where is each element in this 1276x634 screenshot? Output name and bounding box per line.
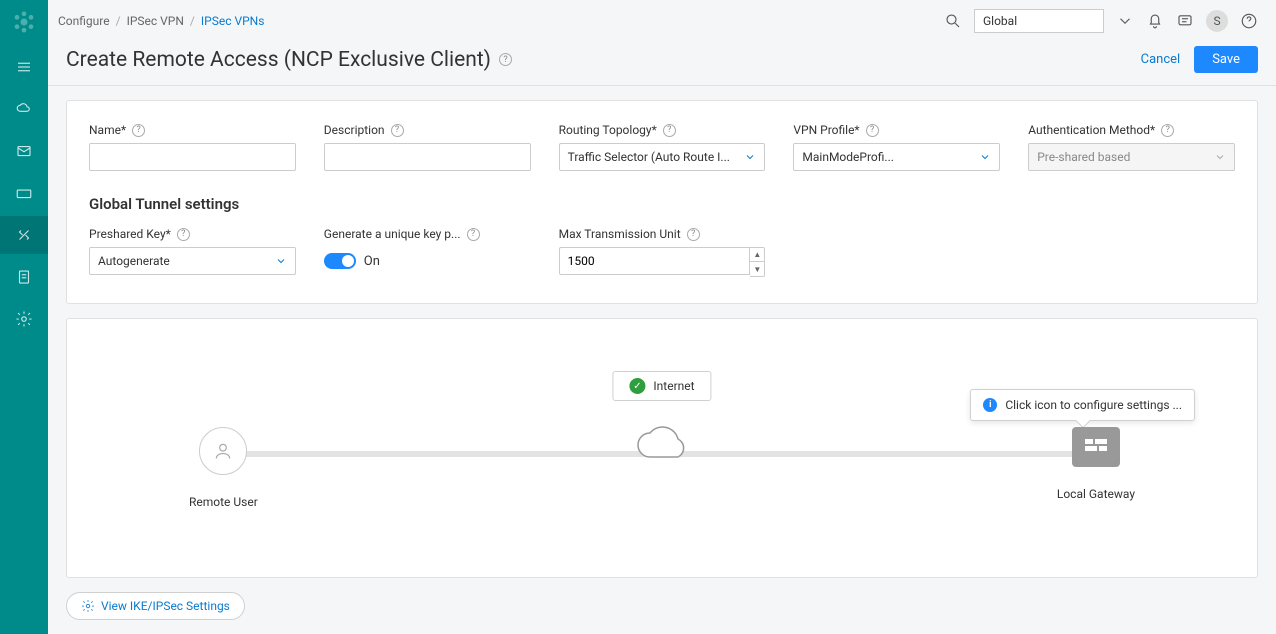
search-icon[interactable] [944, 12, 962, 30]
vpn-profile-select[interactable]: MainModeProfi... [793, 143, 1000, 171]
scope-selector[interactable]: Global [974, 9, 1104, 33]
help-icon[interactable]: ? [177, 228, 190, 241]
help-icon[interactable] [1240, 12, 1258, 30]
page-title: Create Remote Access (NCP Exclusive Clie… [66, 48, 512, 72]
desc-label: Description? [324, 123, 531, 137]
psk-label: Preshared Key*? [89, 227, 296, 241]
chat-icon[interactable] [1176, 12, 1194, 30]
internet-badge: ✓ Internet [612, 371, 711, 401]
remote-user-node[interactable] [199, 427, 247, 475]
nav-keyboard[interactable] [0, 174, 48, 212]
unique-key-toggle[interactable] [324, 253, 356, 269]
cloud-icon [632, 421, 692, 463]
section-title: Global Tunnel settings [89, 195, 1235, 213]
chevron-down-icon [275, 255, 287, 267]
chevron-down-icon [744, 151, 756, 163]
nav-settings[interactable] [0, 300, 48, 338]
stepper-up[interactable]: ▲ [750, 248, 764, 262]
local-gateway-node[interactable] [1072, 427, 1120, 467]
stepper-down[interactable]: ▼ [750, 262, 764, 276]
auth-method-select[interactable]: Pre-shared based [1028, 143, 1235, 171]
gear-icon [81, 599, 95, 613]
help-icon[interactable]: ? [866, 124, 879, 137]
nav-menu[interactable] [0, 48, 48, 86]
left-nav [0, 0, 48, 634]
description-input[interactable] [324, 143, 531, 171]
settings-card: Name*? Description? Routing Topology*? T… [66, 100, 1258, 304]
app-logo-icon [10, 8, 38, 36]
firewall-icon [1083, 437, 1109, 457]
name-input[interactable] [89, 143, 296, 171]
mtu-input[interactable] [559, 247, 751, 275]
page-header: Create Remote Access (NCP Exclusive Clie… [48, 42, 1276, 86]
chevron-down-icon [979, 151, 991, 163]
help-icon[interactable]: ? [687, 228, 700, 241]
user-icon [213, 441, 233, 461]
nav-cloud[interactable] [0, 90, 48, 128]
cancel-button[interactable]: Cancel [1141, 52, 1181, 67]
remote-user-label: Remote User [189, 495, 258, 509]
gen-label: Generate a unique key p...? [324, 227, 531, 241]
help-icon[interactable]: ? [1161, 124, 1174, 137]
mtu-label: Max Transmission Unit? [559, 227, 766, 241]
routing-label: Routing Topology*? [559, 123, 766, 137]
chevron-down-icon[interactable] [1116, 12, 1134, 30]
check-icon: ✓ [629, 378, 645, 394]
local-gateway-label: Local Gateway [1057, 487, 1135, 501]
save-button[interactable]: Save [1194, 46, 1258, 73]
avatar[interactable]: S [1206, 10, 1228, 32]
configure-tooltip: i Click icon to configure settings ... [970, 389, 1195, 421]
help-icon[interactable]: ? [132, 124, 145, 137]
help-icon[interactable]: ? [391, 124, 404, 137]
help-icon[interactable]: ? [467, 228, 480, 241]
help-icon[interactable]: ? [663, 124, 676, 137]
mtu-stepper[interactable]: ▲▼ [559, 247, 766, 277]
crumb-current: IPSec VPNs [201, 14, 265, 28]
nav-tools[interactable] [0, 216, 48, 254]
topbar: Configure/ IPSec VPN/ IPSec VPNs Global … [48, 0, 1276, 42]
crumb-configure[interactable]: Configure [58, 14, 110, 28]
view-ike-ipsec-button[interactable]: View IKE/IPSec Settings [66, 592, 245, 620]
topology-card: ✓ Internet i Click icon to configure set… [66, 318, 1258, 578]
auth-label: Authentication Method*? [1028, 123, 1235, 137]
name-label: Name*? [89, 123, 296, 137]
nav-mail[interactable] [0, 132, 48, 170]
title-help-icon[interactable]: ? [499, 53, 512, 66]
info-icon: i [983, 398, 997, 412]
breadcrumb: Configure/ IPSec VPN/ IPSec VPNs [58, 14, 264, 28]
toggle-state: On [364, 254, 380, 269]
chevron-down-icon [1214, 151, 1226, 163]
nav-doc[interactable] [0, 258, 48, 296]
bell-icon[interactable] [1146, 12, 1164, 30]
routing-select[interactable]: Traffic Selector (Auto Route I... [559, 143, 766, 171]
vpn-label: VPN Profile*? [793, 123, 1000, 137]
crumb-ipsec-vpn[interactable]: IPSec VPN [127, 14, 184, 28]
preshared-key-select[interactable]: Autogenerate [89, 247, 296, 275]
